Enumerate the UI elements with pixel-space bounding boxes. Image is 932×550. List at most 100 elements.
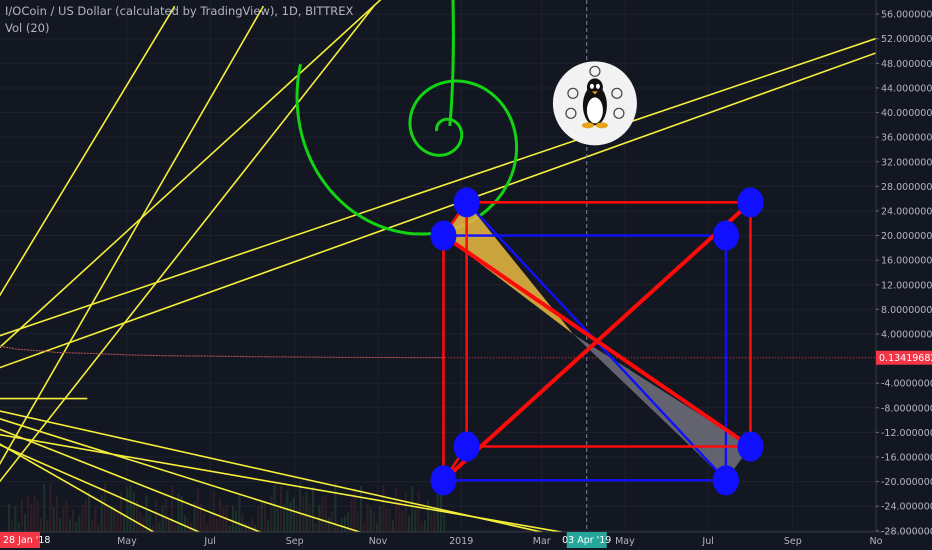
volume-bar [132,492,135,532]
volume-bar [382,485,385,532]
price-tick-label: -4.00000000 [881,379,932,390]
volume-bar [280,486,282,532]
price-tick-label: 28.00000000 [881,182,932,193]
volume-bar [299,482,302,532]
penguin-eye [589,83,594,89]
volume-bar [161,505,164,532]
price-tick-label: 4.00000000 [881,329,932,340]
volume-bar [59,518,62,532]
volume-bar [216,518,218,532]
price-chart[interactable]: 56.00000000 52.00000000 48.00000000 44.0000… [0,0,932,550]
volume-bar [91,519,94,532]
time-tick-label: Nov [369,536,388,547]
volume-bar [273,485,276,532]
volume-bar [196,488,199,532]
price-tick-label: -28.00000000 [881,526,932,537]
volume-bar [398,501,401,532]
volume-bar [376,523,378,532]
volume-bar [340,517,343,532]
volume-bar [20,499,23,532]
penguin-foot [595,122,608,129]
volume-bar [43,483,46,532]
price-tick-label: 24.00000000 [881,206,932,217]
volume-bar [286,490,289,532]
volume-bar [385,507,388,532]
volume-bar [241,513,244,532]
volume-bar [155,499,158,532]
volume-bar [424,519,426,532]
volume-bar [100,495,103,532]
volume-bar [366,504,369,532]
volume-bar [171,485,174,532]
price-tick-label: -8.00000000 [881,403,932,414]
volume-bar [235,510,238,532]
price-tick-label: 40.00000000 [881,108,932,119]
vertex-point [737,187,764,218]
price-tick-label: 52.00000000 [881,34,932,45]
volume-bar [49,482,52,532]
volume-bar [414,508,417,532]
volume-bar [276,505,279,532]
time-tick-label: May [615,536,635,547]
volume-bar [164,499,167,532]
time-tick-label: Sep [286,536,304,547]
volume-bar [360,485,362,532]
volume-bar [190,522,193,532]
volume-bar [232,505,234,532]
volume-bar [40,518,42,532]
price-tick-label: 20.00000000 [881,231,932,242]
volume-bar [315,523,318,532]
volume-bar [331,511,334,532]
volume-bar [203,513,206,532]
price-tick-label: 12.00000000 [881,280,932,291]
current-price-label: 0.13419682 [879,353,932,364]
price-tick-label: 32.00000000 [881,157,932,168]
volume-bar [84,498,87,532]
price-tick-label: 8.00000000 [881,305,932,316]
volume-bar [219,497,222,532]
volume-bar [388,508,391,532]
volume-bar [17,522,20,532]
volume-bar [11,520,14,532]
volume-bar [408,515,410,532]
chart-title: I/OCoin / US Dollar (calculated by Tradi… [5,4,354,18]
chart-stage: 56.00000000 52.00000000 48.00000000 44.0000… [0,0,932,550]
volume-bar [305,492,308,532]
volume-bar [72,510,74,532]
vertex-point [712,220,739,251]
volume-bar [353,488,356,532]
volume-bar [296,506,298,532]
volume-bar [142,516,145,532]
vertex-point [712,465,739,496]
price-tick-label: 36.00000000 [881,133,932,144]
volume-bar [270,496,273,532]
volume-bar [126,487,129,532]
volume-bar [206,523,209,532]
volume-indicator-label[interactable]: Vol (20) [5,21,49,35]
crosshair-date-tag: 03 Apr '19 [562,532,611,548]
vertex-point [737,431,764,462]
volume-bar [321,496,324,532]
price-tick-label: -20.00000000 [881,477,932,488]
start-date-label: 28 Jan '18 [3,535,50,546]
time-tick-label: No [870,536,883,547]
price-tick-label: 16.00000000 [881,256,932,267]
price-tick-label: 48.00000000 [881,59,932,70]
linux-penguin-icon [552,61,637,146]
volume-bar [14,506,17,532]
volume-bar [267,520,270,532]
crosshair-date-label: 03 Apr '19 [562,535,611,546]
volume-bar [392,520,394,532]
volume-bar [36,500,39,532]
volume-bar [116,514,119,532]
volume-bar [427,499,430,532]
volume-bar [344,515,346,532]
volume-bar [94,505,97,532]
price-tick-label: 44.00000000 [881,83,932,94]
volume-bar [30,503,33,532]
time-tick-label: Sep [784,536,802,547]
volume-bar [68,519,71,532]
volume-bar [75,522,78,532]
volume-bar [97,523,100,532]
volume-bar [379,505,382,532]
